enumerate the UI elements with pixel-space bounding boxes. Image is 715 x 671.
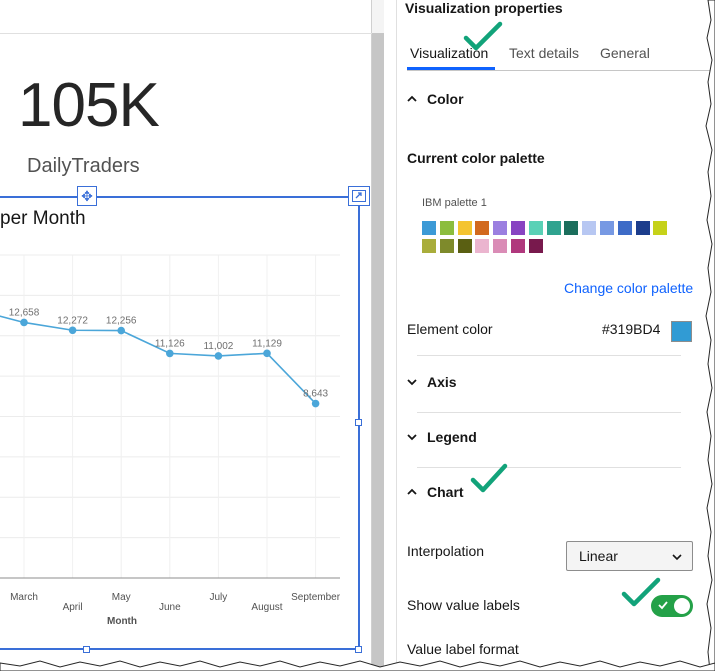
toggle-knob	[674, 598, 690, 614]
chevron-down-icon	[672, 554, 682, 561]
palette-swatch	[600, 221, 614, 235]
palette-swatch	[582, 221, 597, 235]
chevron-down-icon	[407, 379, 417, 386]
interpolation-select[interactable]: Linear	[566, 541, 693, 571]
divider	[417, 412, 681, 413]
section-axis[interactable]: Axis	[407, 374, 457, 390]
palette-swatch	[439, 221, 454, 235]
element-color-swatch[interactable]	[671, 321, 692, 342]
chevron-down-icon	[407, 434, 417, 441]
chart-selection-frame[interactable]	[0, 196, 360, 650]
annotation-checkmark-icon	[463, 21, 503, 51]
section-color[interactable]: Color	[407, 91, 464, 107]
move-icon[interactable]: ✥	[77, 186, 97, 206]
palette-swatch	[493, 239, 508, 253]
chevron-up-icon	[407, 488, 417, 495]
properties-panel: Visualization properties Visualization T…	[396, 0, 715, 671]
annotation-checkmark-icon	[621, 577, 661, 607]
element-color-value: #319BD4	[602, 321, 661, 337]
section-chart[interactable]: Chart	[407, 484, 464, 500]
tabs-divider	[407, 70, 715, 71]
palette-swatch	[511, 221, 525, 235]
tab-text-details[interactable]: Text details	[509, 45, 579, 68]
interpolation-value: Linear	[579, 548, 618, 564]
section-legend[interactable]: Legend	[407, 429, 477, 445]
section-legend-label: Legend	[427, 429, 477, 445]
palette-swatch	[439, 239, 454, 253]
divider	[417, 467, 681, 468]
palette-swatch	[422, 221, 436, 235]
annotation-checkmark-icon	[470, 463, 508, 493]
palette-swatch	[511, 239, 525, 253]
palette-swatch	[475, 239, 490, 253]
palette-swatch	[457, 221, 472, 235]
tab-general[interactable]: General	[600, 45, 650, 68]
value-label-format-label: Value label format	[407, 641, 519, 657]
section-color-label: Color	[427, 91, 464, 107]
palette-swatch	[457, 239, 472, 253]
dashboard-canvas: 105K DailyTraders 12,658 12,272 12,256 11,1…	[0, 0, 384, 671]
resize-handle-corner[interactable]	[355, 646, 362, 653]
section-axis-label: Axis	[427, 374, 457, 390]
palette-swatch	[635, 221, 650, 235]
panel-title: Visualization properties	[405, 0, 563, 16]
palette-swatch	[653, 221, 668, 235]
section-chart-label: Chart	[427, 484, 464, 500]
palette-name: IBM palette 1	[422, 197, 487, 209]
element-color-label: Element color	[407, 321, 493, 337]
show-value-labels-label: Show value labels	[407, 597, 520, 613]
palette-swatch	[528, 221, 543, 235]
change-palette-link[interactable]: Change color palette	[564, 280, 693, 296]
expand-icon[interactable]	[348, 186, 370, 206]
torn-edge-right	[705, 0, 715, 671]
divider	[417, 355, 681, 356]
palette-swatch	[528, 239, 543, 253]
palette-swatch	[475, 221, 490, 235]
palette-swatch	[546, 221, 561, 235]
interpolation-label: Interpolation	[407, 543, 485, 559]
palette-swatch	[493, 221, 508, 235]
palette-heading: Current color palette	[407, 150, 545, 166]
chevron-up-icon	[407, 95, 417, 102]
resize-handle-bottom[interactable]	[83, 646, 90, 653]
canvas-scrollbar[interactable]	[372, 33, 384, 671]
palette-swatch	[422, 239, 436, 253]
torn-edge-bottom	[0, 660, 715, 671]
palette-swatch	[564, 221, 579, 235]
palette-swatch	[617, 221, 632, 235]
resize-handle-right[interactable]	[355, 419, 362, 426]
